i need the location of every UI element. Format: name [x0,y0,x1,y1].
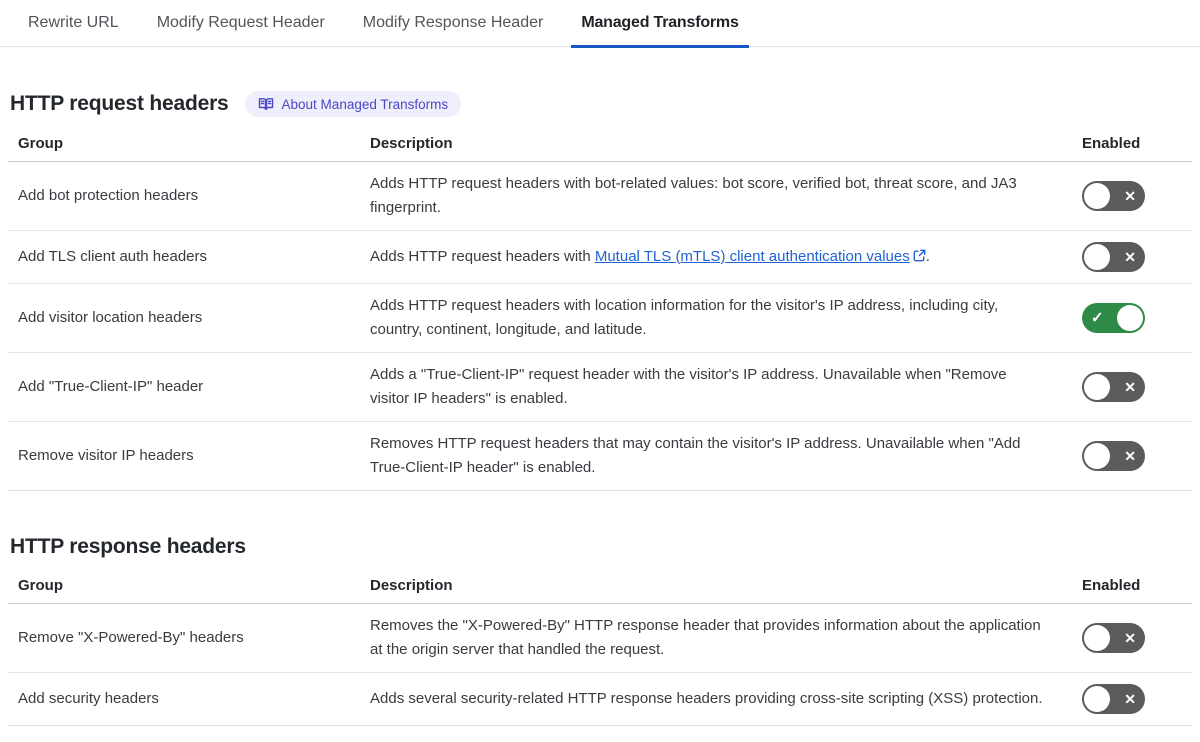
transform-rules-tabbar: Rewrite URL Modify Request Header Modify… [0,0,1200,48]
toggle-switch[interactable]: ✕ [1082,623,1145,653]
table-row-add-true-client-ip-header: Add "True-Client-IP" header Adds a "True… [8,353,1192,422]
toggle-switch[interactable]: ✕ [1082,181,1145,211]
mtls-docs-link[interactable]: Mutual TLS (mTLS) client authentication … [595,248,910,265]
managed-transforms-panel: HTTP request headers About Managed Trans… [0,91,1200,726]
book-icon [258,96,274,112]
toggle-knob [1084,686,1110,712]
column-header-enabled: Enabled [1082,577,1141,594]
about-managed-transforms-link[interactable]: About Managed Transforms [244,91,462,117]
table-row-add-bot-protection-headers: Add bot protection headers Adds HTTP req… [8,162,1192,231]
group-cell: Add bot protection headers [18,187,199,204]
response-headers-title: HTTP response headers [10,535,246,558]
toggle-check-icon: ✓ [1091,309,1104,327]
toggle-x-icon: ✕ [1124,249,1136,265]
tab-modify-request-header[interactable]: Modify Request Header [147,0,335,46]
toggle-switch[interactable]: ✕ [1082,372,1145,402]
toggle-knob [1117,305,1143,331]
group-cell: Add security headers [18,690,159,707]
description-cell: Removes the "X-Powered-By" HTTP response… [370,617,1041,658]
response-table-header-row: Group Description Enabled [8,569,1192,604]
description-cell: Adds several security-related HTTP respo… [370,690,1043,707]
toggle-x-icon: ✕ [1124,448,1136,464]
toggle-switch[interactable]: ✕ [1082,242,1145,272]
group-cell: Remove "X-Powered-By" headers [18,629,244,646]
group-cell: Remove visitor IP headers [18,447,194,464]
toggle-knob [1084,244,1110,270]
table-row-add-security-headers: Add security headers Adds several securi… [8,673,1192,726]
column-header-description: Description [370,135,453,152]
toggle-switch[interactable]: ✓ [1082,303,1145,333]
toggle-x-icon: ✕ [1124,630,1136,646]
tab-modify-response-header[interactable]: Modify Response Header [353,0,554,46]
response-headers-section-heading: HTTP response headers [10,535,1192,559]
description-text: Adds HTTP request headers with [370,247,595,265]
description-cell: Adds HTTP request headers with bot-relat… [370,175,1017,216]
request-headers-table: Group Description Enabled Add bot protec… [8,127,1192,491]
description-cell: Adds HTTP request headers with Mutual TL… [370,245,1070,270]
column-header-group: Group [18,135,63,152]
tab-rewrite-url[interactable]: Rewrite URL [18,0,129,46]
about-managed-transforms-label: About Managed Transforms [281,96,449,112]
group-cell: Add visitor location headers [18,309,203,326]
request-headers-section-heading: HTTP request headers About Managed Trans… [10,91,1192,117]
table-row-remove-x-powered-by-headers: Remove "X-Powered-By" headers Removes th… [8,604,1192,673]
toggle-knob [1084,374,1110,400]
description-cell: Adds HTTP request headers with location … [370,297,999,338]
request-headers-title: HTTP request headers [10,92,229,115]
group-cell: Add TLS client auth headers [18,248,208,265]
group-cell: Add "True-Client-IP" header [18,378,204,395]
toggle-switch[interactable]: ✕ [1082,441,1145,471]
toggle-knob [1084,443,1110,469]
table-row-add-tls-client-auth-headers: Add TLS client auth headers Adds HTTP re… [8,231,1192,284]
toggle-switch[interactable]: ✕ [1082,684,1145,714]
description-text: . [925,247,930,265]
response-headers-table: Group Description Enabled Remove "X-Powe… [8,569,1192,726]
column-header-enabled: Enabled [1082,135,1141,152]
toggle-x-icon: ✕ [1124,691,1136,707]
external-link-icon[interactable] [913,246,926,270]
toggle-knob [1084,625,1110,651]
description-cell: Adds a "True-Client-IP" request header w… [370,366,1007,407]
tab-managed-transforms[interactable]: Managed Transforms [571,0,750,48]
toggle-x-icon: ✕ [1124,379,1136,395]
toggle-knob [1084,183,1110,209]
table-row-remove-visitor-ip-headers: Remove visitor IP headers Removes HTTP r… [8,422,1192,491]
column-header-description: Description [370,577,453,594]
toggle-x-icon: ✕ [1124,188,1136,204]
request-table-header-row: Group Description Enabled [8,127,1192,162]
description-cell: Removes HTTP request headers that may co… [370,435,1021,476]
table-row-add-visitor-location-headers: Add visitor location headers Adds HTTP r… [8,284,1192,353]
column-header-group: Group [18,577,63,594]
